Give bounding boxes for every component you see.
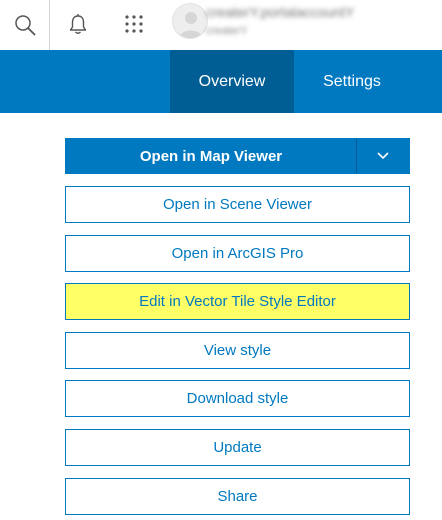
map-viewer-options-dropdown-button[interactable] bbox=[357, 139, 409, 173]
user-menu[interactable]: createrY.portalaccountY createrY bbox=[172, 3, 442, 47]
apps-grid-icon bbox=[125, 15, 143, 33]
share-button[interactable]: Share bbox=[65, 478, 410, 515]
open-in-map-viewer-split-button: Open in Map Viewer bbox=[65, 138, 410, 174]
user-avatar-icon bbox=[179, 12, 203, 38]
user-username: createrY bbox=[206, 25, 248, 37]
avatar bbox=[172, 3, 208, 39]
open-in-map-viewer-button[interactable]: Open in Map Viewer bbox=[66, 139, 356, 173]
tab-overview-label: Overview bbox=[198, 72, 266, 90]
search-icon bbox=[14, 15, 35, 36]
search-button[interactable] bbox=[0, 0, 50, 50]
tab-settings-label: Settings bbox=[323, 72, 381, 90]
tab-overview[interactable]: Overview bbox=[170, 50, 294, 113]
tab-settings[interactable]: Settings bbox=[294, 50, 410, 113]
top-header: createrY.portalaccountY createrY bbox=[0, 0, 442, 50]
chevron-down-icon bbox=[377, 152, 389, 160]
open-in-scene-viewer-button[interactable]: Open in Scene Viewer bbox=[65, 186, 410, 223]
open-in-arcgis-pro-button[interactable]: Open in ArcGIS Pro bbox=[65, 235, 410, 272]
item-nav-bar: Overview Settings bbox=[0, 50, 442, 113]
bell-icon bbox=[69, 14, 87, 34]
item-actions: Open in Map Viewer Open in Scene Viewer … bbox=[65, 138, 410, 515]
update-button[interactable]: Update bbox=[65, 429, 410, 466]
edit-in-vector-tile-style-editor-button[interactable]: Edit in Vector Tile Style Editor bbox=[65, 283, 410, 320]
download-style-button[interactable]: Download style bbox=[65, 380, 410, 417]
user-full-name: createrY.portalaccountY bbox=[206, 4, 355, 20]
apps-button[interactable] bbox=[114, 4, 154, 44]
notifications-button[interactable] bbox=[58, 4, 98, 44]
view-style-button[interactable]: View style bbox=[65, 332, 410, 369]
